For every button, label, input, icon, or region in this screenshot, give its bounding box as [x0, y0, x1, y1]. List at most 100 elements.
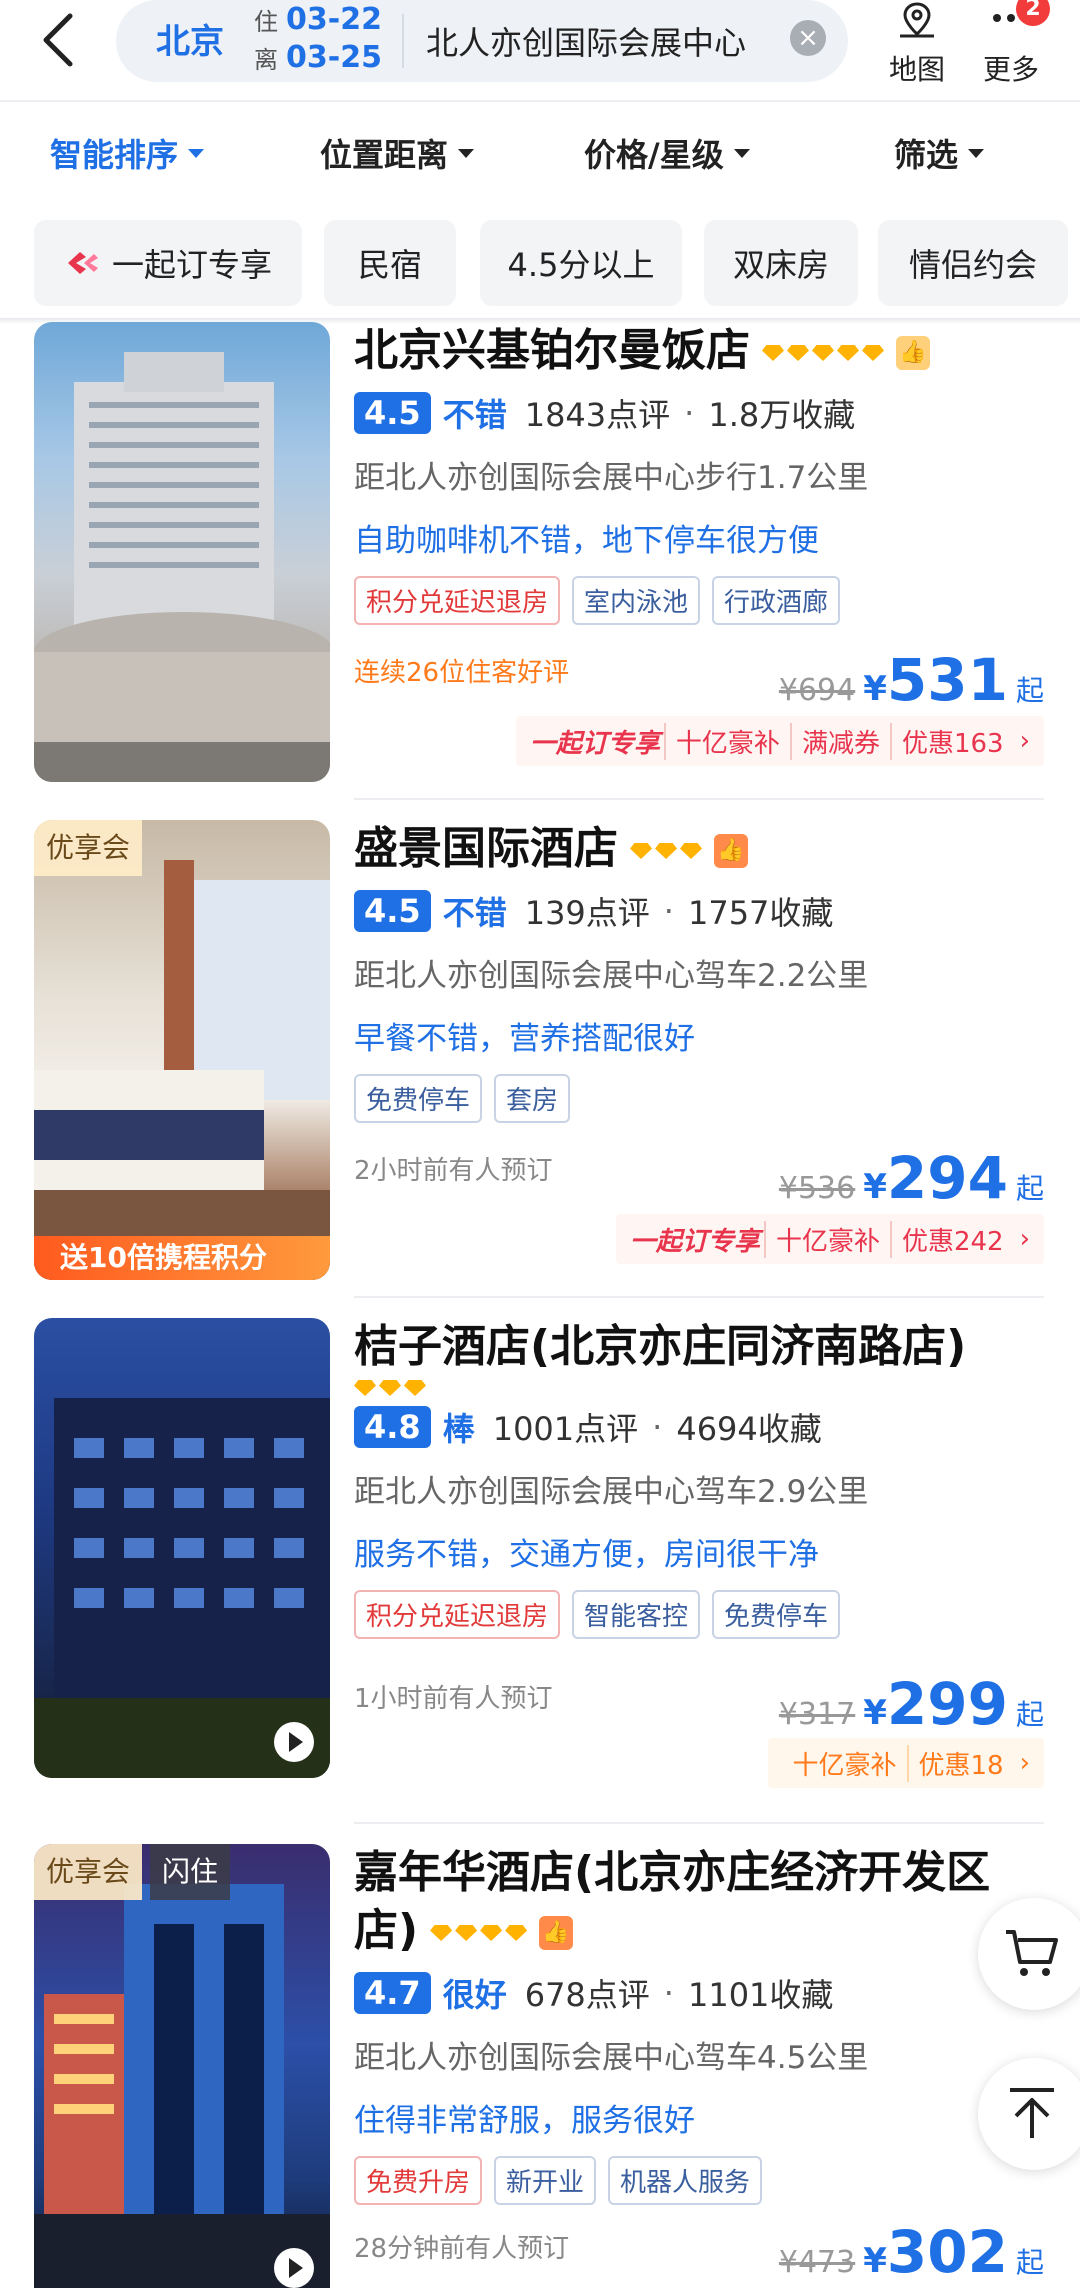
hotel-photo: 优享会 送10倍携程积分 [34, 820, 330, 1280]
feature-tag: 免费停车 [354, 1074, 483, 1123]
sort-smart[interactable]: 智能排序 [50, 130, 205, 176]
back-arrow-icon[interactable] [30, 8, 90, 72]
score-badge: 4.5 [354, 392, 431, 434]
promo-row[interactable]: 一起订专享 十亿豪补 满减券 优惠163 › [515, 716, 1044, 766]
promo-discount: 优惠163 [889, 722, 1014, 760]
checkout-label: 离 [254, 45, 278, 74]
caret-down-icon [733, 148, 750, 158]
current-price: 299 [886, 1670, 1008, 1738]
price: ¥473 ¥302 起 [778, 2218, 1044, 2286]
points-promo-strip: 送10倍携程积分 [34, 1236, 330, 1280]
feature-tags: 积分兑延迟退房 室内泳池 行政酒廊 [354, 576, 1044, 625]
search-keyword[interactable]: 北人亦创国际会展中心 [426, 18, 746, 64]
feature-tag: 积分兑延迟退房 [354, 1590, 561, 1639]
original-price: ¥317 [778, 1697, 856, 1732]
current-price: 531 [886, 646, 1008, 714]
play-video-icon[interactable] [274, 1722, 314, 1762]
feature-tag: 机器人服务 [608, 2156, 763, 2205]
member-tag: 优享会 [34, 1844, 143, 1900]
map-button[interactable]: 地图 [872, 0, 962, 88]
feature-tag: 新开业 [494, 2156, 597, 2205]
feature-tag: 免费升房 [354, 2156, 483, 2205]
checkin-label: 住 [254, 7, 278, 36]
original-price: ¥536 [778, 1171, 856, 1206]
sort-filter[interactable]: 筛选 [894, 130, 985, 176]
current-price: 302 [886, 2218, 1008, 2286]
rating-line: 4.5 不错 139点评 · 1757收藏 [354, 886, 1044, 936]
favorite-count: 1.8万收藏 [708, 396, 856, 434]
promo-discount: 优惠242 [889, 1220, 1014, 1258]
chip-together-exclusive[interactable]: 一起订专享 [34, 220, 302, 306]
date-selector[interactable]: 住 03-22 离 03-25 [254, 0, 404, 76]
review-highlight: 自助咖啡机不错，地下停车很方便 [354, 523, 819, 559]
score-grade: 很好 [442, 1976, 507, 2014]
more-label: 更多 [982, 53, 1039, 86]
search-box[interactable]: 北京 住 03-22 离 03-25 北人亦创国际会展中心 × [116, 0, 848, 82]
star-rating [430, 1925, 528, 1941]
rating-line: 4.8 棒 1001点评 · 4694收藏 [354, 1402, 1044, 1452]
feature-tag: 室内泳池 [572, 576, 701, 625]
favorite-count: 4694收藏 [676, 1410, 822, 1448]
review-count: 678点评 [524, 1976, 650, 2014]
clear-search-icon[interactable]: × [790, 20, 826, 56]
hotel-name[interactable]: 嘉年华酒店(北京亦庄经济开发区 店) 👍 [354, 1844, 1044, 1960]
back-to-top-button[interactable] [978, 2058, 1080, 2170]
favorite-count: 1101收藏 [687, 1976, 834, 2014]
play-video-icon[interactable] [274, 2248, 314, 2288]
review-count: 1843点评 [524, 396, 671, 434]
review-highlight: 住得非常舒服，服务很好 [354, 2103, 695, 2139]
feature-tag: 智能客控 [572, 1590, 701, 1639]
score-badge: 4.5 [354, 890, 431, 932]
card-divider [354, 1296, 1044, 1298]
cart-icon [1006, 1930, 1058, 1976]
distance-text: 距北人亦创国际会展中心驾车2.2公里 [354, 958, 869, 994]
promo-row[interactable]: 一起订专享 十亿豪补 优惠242 › [615, 1214, 1044, 1264]
checkin-date: 03-22 [286, 1, 382, 37]
thumbs-up-icon: 👍 [539, 1916, 574, 1950]
sort-bar: 智能排序 位置距离 价格/星级 筛选 [0, 102, 1080, 202]
cart-button[interactable] [978, 1898, 1080, 2010]
price: ¥536 ¥294 起 [778, 1144, 1044, 1212]
feature-tag: 行政酒廊 [712, 576, 841, 625]
hotel-photo [34, 322, 330, 782]
sort-distance[interactable]: 位置距离 [320, 130, 475, 176]
hotel-name[interactable]: 北京兴基铂尔曼饭店 👍 [354, 322, 1044, 380]
hotel-name[interactable]: 桔子酒店(北京亦庄同济南路店) [354, 1318, 1044, 1376]
recent-booking-note: 2小时前有人预订 [354, 1156, 553, 1186]
original-price: ¥694 [778, 673, 856, 708]
map-label: 地图 [888, 53, 945, 86]
promo-brand: 一起订专享 [529, 728, 660, 759]
chip-twin-room[interactable]: 双床房 [704, 220, 858, 306]
promo-item: 十亿豪补 [663, 722, 790, 760]
distance-text: 距北人亦创国际会展中心驾车2.9公里 [354, 1474, 869, 1510]
feature-tag: 免费停车 [712, 1590, 841, 1639]
chip-rating-45[interactable]: 4.5分以上 [480, 220, 682, 306]
star-rating [354, 1380, 1044, 1396]
promo-item: 十亿豪补 [763, 1220, 890, 1258]
search-divider [402, 14, 404, 68]
promo-discount: 优惠18 [906, 1744, 1014, 1782]
sort-price-star[interactable]: 价格/星级 [584, 130, 750, 176]
hotel-photo: 优享会 闪住 [34, 1844, 330, 2288]
card-divider [354, 1822, 1044, 1824]
chevron-right-icon: › [1019, 726, 1030, 756]
promo-row[interactable]: 十亿豪补 优惠18 › [768, 1738, 1044, 1788]
caret-down-icon [968, 148, 985, 158]
favorite-count: 1757收藏 [687, 894, 834, 932]
promo-item: 十亿豪补 [792, 1750, 897, 1781]
top-bar: 北京 住 03-22 离 03-25 北人亦创国际会展中心 × 地图 更多 2 [0, 0, 1080, 100]
recent-booking-note: 1小时前有人预订 [354, 1684, 553, 1714]
thumbs-up-icon: 👍 [896, 336, 930, 370]
chip-couple[interactable]: 情侣约会 [878, 220, 1068, 306]
hotel-name[interactable]: 盛景国际酒店 👍 [354, 820, 1044, 878]
price: ¥317 ¥299 起 [778, 1670, 1044, 1738]
building-illustration [34, 1884, 330, 2288]
building-illustration [34, 352, 330, 782]
original-price: ¥473 [778, 2245, 856, 2280]
chip-homestay[interactable]: 民宿 [324, 220, 456, 306]
arrow-up-icon [1010, 2088, 1054, 2138]
score-grade: 不错 [442, 396, 507, 434]
city-selector[interactable]: 北京 [156, 14, 224, 63]
feature-tags: 免费升房 新开业 机器人服务 [354, 2156, 1044, 2205]
map-pin-icon [900, 2, 934, 38]
